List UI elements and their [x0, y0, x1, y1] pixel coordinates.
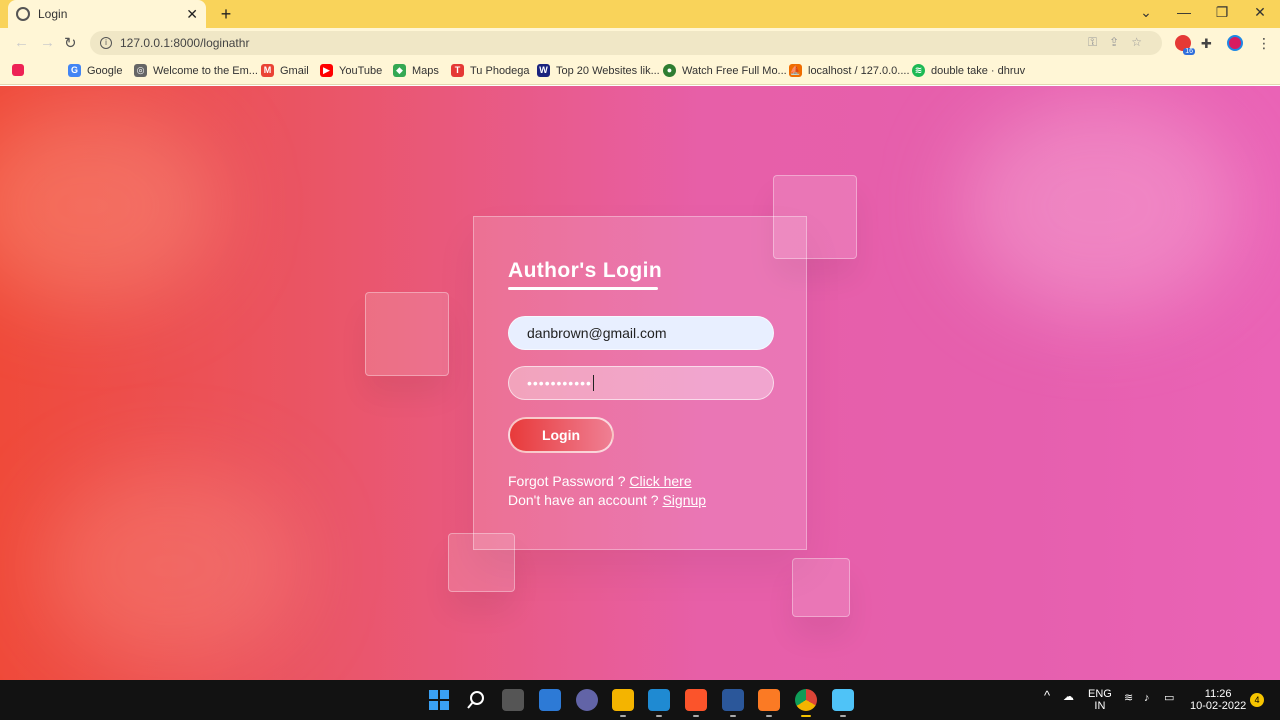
reload-icon[interactable]: ↻ — [64, 34, 77, 52]
notepad-icon[interactable] — [832, 689, 854, 717]
profile-avatar[interactable] — [1227, 35, 1243, 51]
bookmark-localhost[interactable]: ⛵ localhost / 127.0.0.... — [789, 64, 910, 77]
globe-icon: ◎ — [134, 64, 147, 77]
bg-blob — [0, 106, 220, 306]
back-icon[interactable]: ← — [14, 34, 29, 51]
login-page: Author's Login danbrown@gmail.com ••••••… — [0, 86, 1280, 680]
word-icon[interactable] — [722, 689, 744, 717]
close-window-icon[interactable]: ✕ — [1248, 4, 1272, 21]
signup-row: Don't have an account ? Signup — [508, 492, 707, 508]
chrome-icon[interactable] — [795, 689, 817, 717]
forward-icon[interactable]: → — [40, 34, 55, 51]
tab-login[interactable]: Login ✕ — [8, 0, 206, 28]
search-icon[interactable] — [465, 689, 487, 711]
forgot-password-link[interactable]: Click here — [629, 473, 691, 489]
login-card: Author's Login danbrown@gmail.com ••••••… — [473, 216, 807, 550]
email-input[interactable]: danbrown@gmail.com — [508, 316, 774, 350]
globe-icon — [16, 7, 30, 21]
google-icon: G — [68, 64, 81, 77]
teams-chat-icon[interactable] — [576, 689, 598, 711]
bg-blob — [40, 466, 300, 666]
start-icon[interactable] — [428, 689, 450, 711]
login-button[interactable]: Login — [508, 417, 614, 453]
onedrive-icon[interactable]: ☁ — [1063, 691, 1074, 703]
bookmark-top20[interactable]: W Top 20 Websites lik... — [537, 64, 660, 77]
bookmark-welcome[interactable]: ◎ Welcome to the Em... — [134, 64, 258, 77]
close-tab-icon[interactable]: ✕ — [186, 6, 198, 23]
bookmark-google[interactable]: G Google — [68, 64, 122, 77]
file-explorer-icon[interactable] — [612, 689, 634, 717]
bookmark-youtube[interactable]: ▶ YouTube — [320, 64, 382, 77]
bookmark-tu-phodega[interactable]: T Tu Phodega — [451, 64, 530, 77]
tab-search-icon[interactable]: ⌄ — [1134, 4, 1158, 21]
spotify-icon: ≋ — [912, 64, 925, 77]
tab-strip: Login ✕ + ⌄ — ❐ ✕ — [0, 0, 1280, 28]
bookmark-gmail[interactable]: M Gmail — [261, 64, 309, 77]
puzzle-icon[interactable]: ✚ — [1201, 36, 1217, 52]
w-icon: W — [537, 64, 550, 77]
bg-blob — [960, 96, 1240, 316]
bookmark-watch-free[interactable]: ● Watch Free Full Mo... — [663, 64, 787, 77]
tu-phodega-icon: T — [451, 64, 464, 77]
bookmarks-bar: G Google ◎ Welcome to the Em... M Gmail ▶ Yo… — [0, 58, 1280, 85]
gmail-icon: M — [261, 64, 274, 77]
url-text: 127.0.0.1:8000/loginathr — [120, 36, 250, 50]
wifi-icon[interactable]: ≋ — [1124, 692, 1133, 704]
address-bar[interactable]: i 127.0.0.1:8000/loginathr ⚿⇪☆ — [90, 31, 1162, 55]
watch-icon: ● — [663, 64, 676, 77]
task-view-icon[interactable] — [502, 689, 524, 711]
title-underline — [508, 287, 658, 290]
vscode-icon[interactable] — [648, 689, 670, 717]
omnibox-icons[interactable]: ⚿⇪☆ — [1088, 35, 1154, 50]
clock[interactable]: 11:26 10-02-2022 — [1190, 688, 1246, 712]
phpmyadmin-icon: ⛵ — [789, 64, 802, 77]
tab-title: Login — [38, 7, 68, 21]
extension-icon[interactable]: 16 — [1175, 35, 1195, 55]
site-info-icon[interactable]: i — [100, 37, 112, 49]
decor-square — [792, 558, 850, 617]
volume-icon[interactable]: ♪ — [1144, 692, 1150, 704]
password-mask: ••••••••••• — [527, 375, 592, 391]
text-caret — [592, 375, 594, 391]
menu-icon[interactable]: ⋮ — [1257, 35, 1271, 52]
windows-taskbar: ^ ☁ ENG IN ≋ ♪ ▭ 11:26 10-02-2022 — [0, 680, 1280, 720]
decor-square — [365, 292, 449, 376]
youtube-icon: ▶ — [320, 64, 333, 77]
forgot-password-row: Forgot Password ? Click here — [508, 473, 692, 489]
brave-icon[interactable] — [685, 689, 707, 717]
login-title: Author's Login — [508, 259, 663, 282]
minimize-icon[interactable]: — — [1172, 4, 1196, 20]
battery-icon[interactable]: ▭ — [1164, 692, 1174, 704]
maps-icon: ◆ — [393, 64, 406, 77]
extension-badge: 16 — [1183, 48, 1195, 55]
language-indicator[interactable]: ENG IN — [1088, 688, 1112, 712]
show-hidden-icons[interactable]: ^ — [1044, 689, 1050, 702]
bookmark-double-take[interactable]: ≋ double take · dhruv — [912, 64, 1025, 77]
apps-icon[interactable] — [12, 64, 30, 76]
bookmark-maps[interactable]: ◆ Maps — [393, 64, 439, 77]
password-input[interactable]: ••••••••••• — [508, 366, 774, 400]
signup-link[interactable]: Signup — [662, 492, 706, 508]
xampp-icon[interactable] — [758, 689, 780, 717]
new-tab-button[interactable]: + — [216, 4, 236, 25]
widgets-icon[interactable] — [539, 689, 561, 711]
restore-icon[interactable]: ❐ — [1210, 4, 1234, 21]
browser-toolbar: ← → ↻ i 127.0.0.1:8000/loginathr ⚿⇪☆ — [0, 28, 1280, 58]
notification-badge[interactable]: 4 — [1250, 693, 1264, 707]
